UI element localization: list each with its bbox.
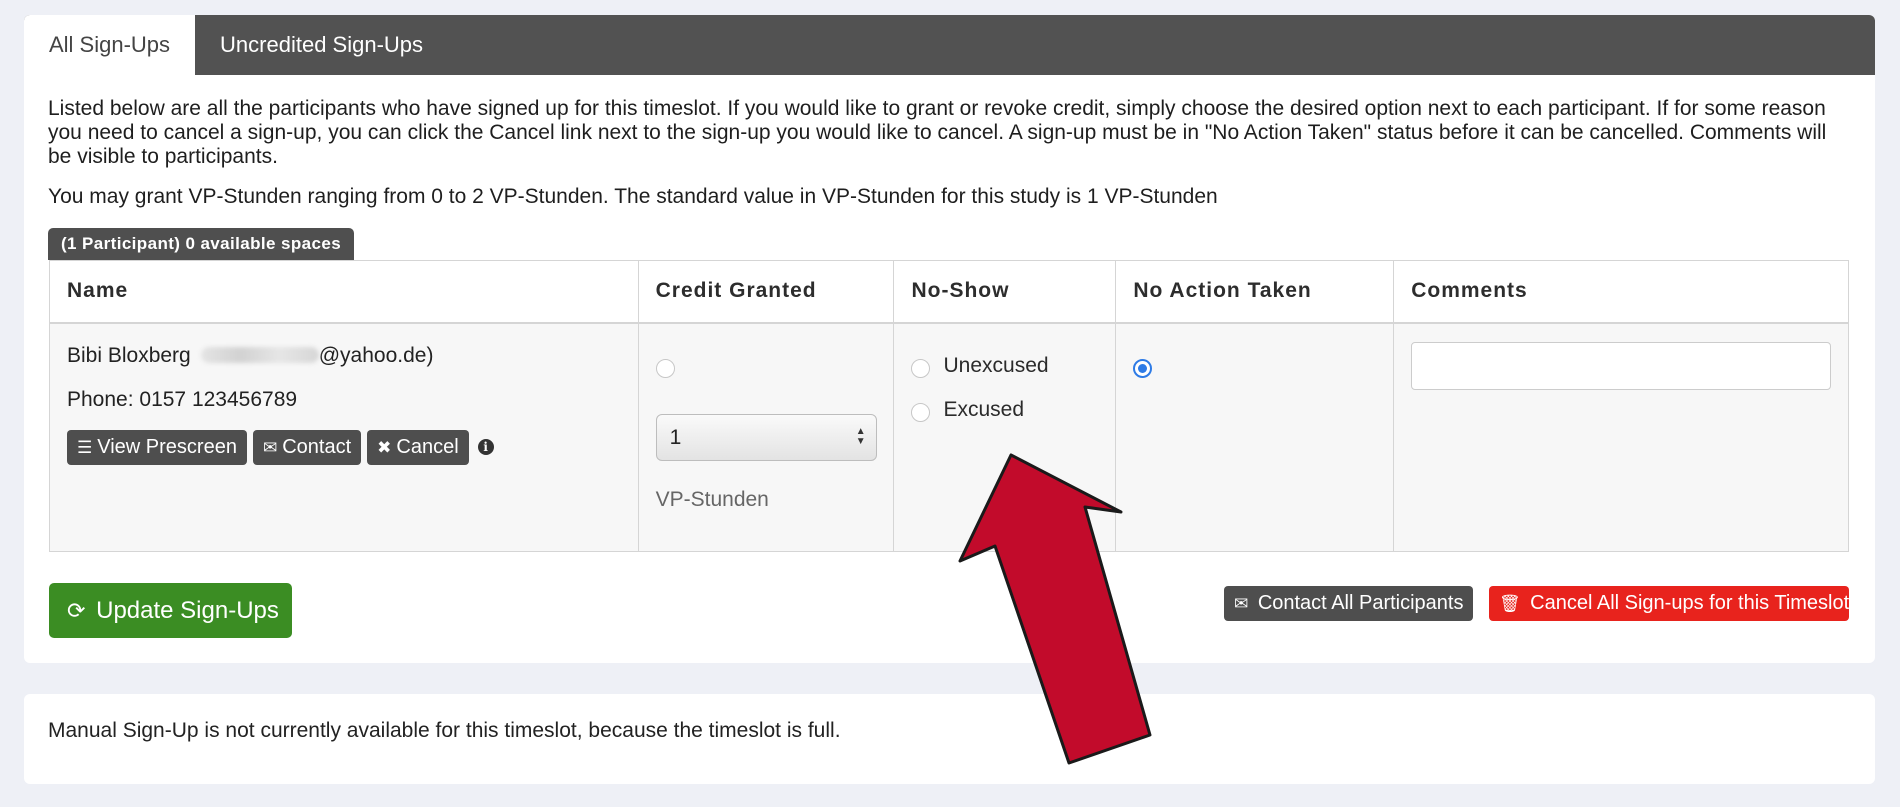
participant-phone: Phone: 0157 123456789	[67, 387, 298, 411]
unexcused-radio[interactable]	[911, 358, 931, 378]
credit-amount-value: 1	[669, 425, 682, 449]
intro-text: Listed below are all the participants wh…	[48, 97, 1827, 168]
refresh-icon: ⟳	[67, 598, 86, 623]
close-icon: ✖	[377, 437, 392, 457]
credit-amount-select[interactable]: 1 ▲ ▼	[655, 413, 877, 461]
header-comments: Comments	[1393, 260, 1849, 324]
participant-actions: ☰ View Prescreen ✉ Contact ✖ Cancel i	[67, 429, 494, 465]
contact-label: Contact	[282, 435, 352, 458]
view-prescreen-button[interactable]: ☰ View Prescreen	[67, 429, 247, 465]
cancel-all-signups-button[interactable]: 🗑 Cancel All Sign-ups for this Timeslot	[1489, 586, 1849, 621]
contact-all-label: Contact All Participants	[1257, 592, 1464, 614]
credit-granted-cell: 1 ▲ ▼ VP-Stunden	[638, 322, 895, 552]
signups-panel: All Sign-Ups Uncredited Sign-Ups Listed …	[24, 15, 1875, 663]
contact-all-participants-button[interactable]: ✉ Contact All Participants	[1224, 586, 1474, 621]
no-action-taken-radio[interactable]	[1133, 358, 1153, 378]
envelope-icon: ✉	[262, 437, 278, 457]
tab-all-signups[interactable]: All Sign-Ups	[24, 15, 196, 75]
no-action-taken-cell	[1115, 322, 1395, 552]
blurred-email	[200, 346, 319, 363]
table-header-row: Name Credit Granted No-Show No Action Ta…	[49, 260, 1849, 324]
cancel-button[interactable]: ✖ Cancel	[367, 429, 469, 465]
select-arrows-icon: ▲ ▼	[855, 425, 866, 447]
excused-radio[interactable]	[911, 402, 931, 422]
envelope-icon: ✉	[1234, 594, 1249, 613]
participant-name: Bibi Bloxberg	[67, 343, 191, 367]
participant-count-badge: (1 Participant) 0 available spaces	[48, 228, 355, 260]
excused-label: Excused	[943, 397, 1025, 421]
header-name: Name	[49, 260, 639, 324]
contact-button[interactable]: ✉ Contact	[252, 429, 362, 465]
unexcused-label: Unexcused	[943, 353, 1049, 377]
header-no-show: No-Show	[893, 260, 1117, 324]
update-signups-button[interactable]: ⟳ Update Sign-Ups	[49, 583, 292, 638]
update-signups-label: Update Sign-Ups	[96, 597, 279, 624]
list-icon: ☰	[77, 437, 93, 457]
tab-bar: All Sign-Ups Uncredited Sign-Ups	[24, 15, 1875, 75]
trash-icon: 🗑	[1499, 594, 1521, 613]
tab-uncredited-signups[interactable]: Uncredited Sign-Ups	[195, 15, 448, 75]
no-show-cell: Unexcused Excused	[893, 322, 1117, 552]
credit-unit-label: VP-Stunden	[655, 487, 769, 511]
manual-signup-text: Manual Sign-Up is not currently availabl…	[48, 719, 841, 742]
participant-email-suffix: @yahoo.de)	[318, 343, 434, 367]
header-credit-granted: Credit Granted	[638, 260, 895, 324]
header-no-action-taken: No Action Taken	[1115, 260, 1395, 324]
signups-table: Name Credit Granted No-Show No Action Ta…	[49, 260, 1849, 552]
participant-name-line: Bibi Bloxberg @yahoo.de)	[67, 344, 433, 368]
comment-input[interactable]	[1411, 341, 1832, 390]
credit-granted-radio[interactable]	[655, 358, 675, 378]
comments-cell	[1393, 322, 1849, 552]
cancel-all-label: Cancel All Sign-ups for this Timeslot	[1530, 592, 1850, 614]
participant-cell: Bibi Bloxberg @yahoo.de) Phone: 0157 1234…	[49, 322, 639, 552]
view-prescreen-label: View Prescreen	[97, 435, 237, 458]
table-row: Bibi Bloxberg @yahoo.de) Phone: 0157 1234…	[49, 322, 1849, 552]
manual-signup-panel: Manual Sign-Up is not currently availabl…	[24, 694, 1875, 784]
cancel-label: Cancel	[396, 435, 459, 458]
info-icon[interactable]: i	[477, 439, 494, 455]
credit-range-text: You may grant VP-Stunden ranging from 0 …	[48, 185, 1218, 208]
